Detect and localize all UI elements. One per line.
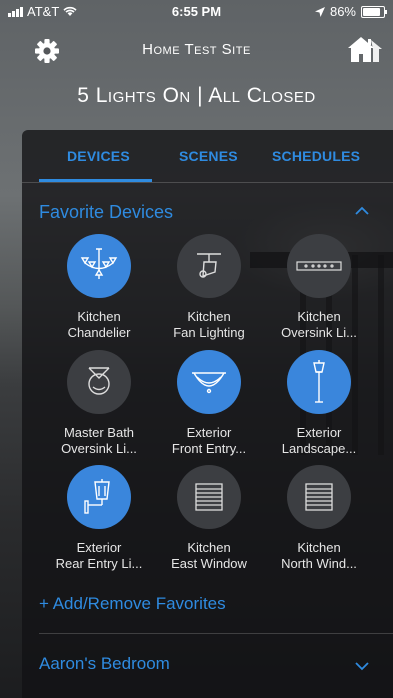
device-label: Exterior Rear Entry Li...	[55, 540, 143, 571]
device-tile-exterior-rear-entry[interactable]: Exterior Rear Entry Li...	[47, 465, 151, 572]
device-tile-exterior-landscape[interactable]: Exterior Landscape...	[267, 350, 371, 457]
window-shade-icon	[195, 483, 223, 511]
device-toggle[interactable]	[67, 234, 131, 298]
device-tile-kitchen-chandelier[interactable]: Kitchen Chandelier	[47, 234, 151, 341]
device-tile-kitchen-north-window[interactable]: Kitchen North Wind...	[267, 465, 371, 572]
chevron-up-icon[interactable]	[355, 206, 369, 216]
tab-schedules[interactable]: SCHEDULES	[272, 148, 360, 164]
device-toggle[interactable]	[177, 350, 241, 414]
chandelier-icon	[80, 248, 118, 279]
active-tab-indicator	[39, 179, 152, 182]
chevron-down-icon[interactable]	[355, 661, 369, 671]
device-toggle[interactable]	[287, 234, 351, 298]
window-shade-icon	[305, 483, 333, 511]
status-summary: 5 Lights On | All Closed	[77, 84, 316, 107]
device-label: Kitchen Oversink Li...	[281, 309, 357, 340]
device-toggle[interactable]	[177, 234, 241, 298]
devices-panel: DEVICES SCENES SCHEDULES Favorite Device…	[22, 130, 393, 698]
device-tile-kitchen-east-window[interactable]: Kitchen East Window	[157, 465, 261, 572]
app-header: Home Test Site	[0, 34, 393, 66]
home-switch-icon[interactable]	[347, 35, 383, 65]
status-bar: AT&T 6:55 PM 86%	[0, 0, 393, 22]
device-label: Master Bath Oversink Li...	[61, 425, 137, 456]
device-label: Kitchen Chandelier	[67, 309, 131, 340]
tab-bar: DEVICES SCENES SCHEDULES	[22, 130, 393, 183]
device-label: Exterior Front Entry...	[171, 425, 247, 456]
battery-icon	[361, 5, 387, 18]
lamp-post-icon	[313, 360, 325, 403]
room-header-aarons-bedroom[interactable]: Aaron's Bedroom	[39, 654, 170, 674]
device-toggle[interactable]	[177, 465, 241, 529]
device-tile-master-bath-oversink[interactable]: Master Bath Oversink Li...	[47, 350, 151, 457]
wall-lantern-icon	[84, 479, 110, 514]
favorites-title: Favorite Devices	[39, 202, 174, 222]
device-tile-kitchen-fan-lighting[interactable]: Kitchen Fan Lighting	[157, 234, 261, 341]
device-toggle[interactable]	[67, 465, 131, 529]
device-toggle[interactable]	[287, 465, 351, 529]
favorites-header[interactable]: Favorite Devices	[39, 202, 393, 226]
device-toggle[interactable]	[67, 350, 131, 414]
ceiling-bowl-icon	[192, 372, 226, 394]
device-toggle[interactable]	[287, 350, 351, 414]
track-light-icon	[197, 253, 221, 278]
site-title[interactable]: Home Test Site	[0, 41, 393, 58]
device-label: Kitchen North Wind...	[281, 540, 357, 571]
add-remove-favorites-link[interactable]: + Add/Remove Favorites	[39, 594, 226, 614]
device-tile-kitchen-oversink[interactable]: Kitchen Oversink Li...	[267, 234, 371, 341]
location-arrow-icon	[314, 6, 325, 17]
battery-percent: 86%	[329, 4, 356, 19]
divider	[39, 633, 393, 634]
device-tile-exterior-front-entry[interactable]: Exterior Front Entry...	[157, 350, 261, 457]
tab-scenes[interactable]: SCENES	[179, 148, 238, 164]
device-label: Kitchen Fan Lighting	[173, 309, 245, 340]
device-label: Exterior Landscape...	[281, 425, 357, 456]
light-bar-icon	[296, 261, 342, 271]
wall-sconce-icon	[88, 367, 110, 395]
tab-devices[interactable]: DEVICES	[67, 148, 130, 164]
device-label: Kitchen East Window	[171, 540, 247, 571]
